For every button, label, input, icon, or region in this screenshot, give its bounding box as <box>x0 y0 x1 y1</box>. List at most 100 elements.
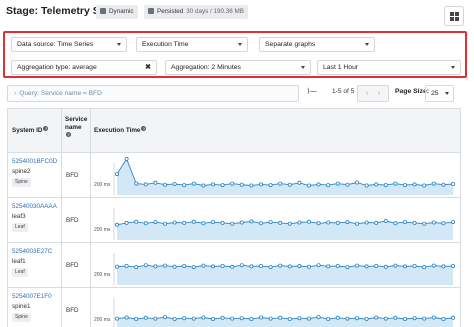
data-point[interactable] <box>268 220 273 225</box>
data-point[interactable] <box>211 316 216 321</box>
data-point[interactable] <box>163 182 168 187</box>
data-point[interactable] <box>345 265 350 270</box>
data-point[interactable] <box>374 263 379 268</box>
data-point[interactable] <box>201 263 206 268</box>
data-point[interactable] <box>393 263 398 268</box>
data-point[interactable] <box>316 221 321 226</box>
layout-button[interactable] <box>444 6 464 26</box>
data-point[interactable] <box>450 220 455 225</box>
data-point[interactable] <box>297 220 302 225</box>
data-point[interactable] <box>431 315 436 320</box>
data-point[interactable] <box>191 219 196 224</box>
data-source-select[interactable]: Data source: Time Series <box>11 37 127 52</box>
data-point[interactable] <box>316 182 321 187</box>
data-point[interactable] <box>316 263 321 268</box>
data-point[interactable] <box>201 315 206 320</box>
data-point[interactable] <box>239 316 244 321</box>
data-point[interactable] <box>268 316 273 321</box>
graphs-select[interactable]: Separate graphs <box>259 37 375 52</box>
data-point[interactable] <box>258 221 263 226</box>
data-point[interactable] <box>412 182 417 187</box>
data-point[interactable] <box>153 180 158 185</box>
data-point[interactable] <box>114 222 119 227</box>
data-point[interactable] <box>239 182 244 187</box>
data-point[interactable] <box>268 265 273 270</box>
data-point[interactable] <box>182 220 187 225</box>
data-point[interactable] <box>450 315 455 320</box>
data-point[interactable] <box>345 316 350 321</box>
data-point[interactable] <box>364 264 369 269</box>
data-point[interactable] <box>249 316 254 321</box>
data-point[interactable] <box>172 264 177 269</box>
data-point[interactable] <box>182 183 187 188</box>
system-id-link[interactable]: 5254007E1F0 <box>12 293 52 300</box>
column-header-execution-time[interactable]: Execution Time? <box>94 126 147 135</box>
data-point[interactable] <box>211 264 216 269</box>
data-point[interactable] <box>249 183 254 188</box>
data-point[interactable] <box>383 218 388 223</box>
data-point[interactable] <box>258 263 263 268</box>
data-point[interactable] <box>441 264 446 269</box>
data-point[interactable] <box>412 316 417 321</box>
data-point[interactable] <box>163 315 168 320</box>
query-input[interactable]: › Query: Service name = BFD <box>7 85 299 102</box>
data-point[interactable] <box>354 221 359 226</box>
aggregation-select[interactable]: Aggregation: 2 Minutes <box>165 60 311 75</box>
data-point[interactable] <box>191 265 196 270</box>
data-point[interactable] <box>182 263 187 268</box>
data-point[interactable] <box>143 315 148 320</box>
data-point[interactable] <box>326 316 331 321</box>
data-point[interactable] <box>124 156 129 161</box>
data-point[interactable] <box>393 315 398 320</box>
data-point[interactable] <box>364 316 369 321</box>
data-point[interactable] <box>172 181 177 186</box>
data-point[interactable] <box>316 315 321 320</box>
data-point[interactable] <box>287 221 292 226</box>
data-point[interactable] <box>306 183 311 188</box>
data-point[interactable] <box>182 316 187 321</box>
data-point[interactable] <box>422 221 427 226</box>
data-point[interactable] <box>230 264 235 269</box>
data-point[interactable] <box>345 182 350 187</box>
help-icon[interactable]: ? <box>43 126 49 131</box>
data-point[interactable] <box>431 263 436 268</box>
data-point[interactable] <box>258 182 263 187</box>
data-point[interactable] <box>441 182 446 187</box>
data-point[interactable] <box>450 181 455 186</box>
data-point[interactable] <box>402 220 407 225</box>
data-point[interactable] <box>278 263 283 268</box>
system-id-link[interactable]: 5254003E27C <box>12 248 52 255</box>
data-point[interactable] <box>278 315 283 320</box>
data-point[interactable] <box>431 220 436 225</box>
data-point[interactable] <box>326 183 331 188</box>
data-point[interactable] <box>345 220 350 225</box>
aggregation-type-select[interactable]: Aggregation type: average ✖ <box>11 60 157 75</box>
data-point[interactable] <box>393 181 398 186</box>
data-point[interactable] <box>287 264 292 269</box>
data-point[interactable] <box>114 264 119 269</box>
data-point[interactable] <box>422 265 427 270</box>
data-point[interactable] <box>402 264 407 269</box>
system-id-link[interactable]: 5254001BFC0D <box>12 158 57 165</box>
data-point[interactable] <box>422 183 427 188</box>
data-point[interactable] <box>393 221 398 226</box>
data-point[interactable] <box>402 183 407 188</box>
data-point[interactable] <box>249 264 254 269</box>
data-point[interactable] <box>287 182 292 187</box>
data-point[interactable] <box>143 182 148 187</box>
data-point[interactable] <box>326 264 331 269</box>
data-point[interactable] <box>383 183 388 188</box>
data-point[interactable] <box>239 220 244 225</box>
data-point[interactable] <box>258 315 263 320</box>
data-point[interactable] <box>297 316 302 321</box>
data-point[interactable] <box>297 263 302 268</box>
data-point[interactable] <box>335 315 340 320</box>
data-point[interactable] <box>153 220 158 225</box>
data-point[interactable] <box>412 220 417 225</box>
data-point[interactable] <box>220 183 225 188</box>
data-point[interactable] <box>383 316 388 321</box>
data-point[interactable] <box>306 219 311 224</box>
help-icon[interactable]: ? <box>141 126 147 131</box>
data-point[interactable] <box>153 264 158 269</box>
data-point[interactable] <box>191 316 196 321</box>
